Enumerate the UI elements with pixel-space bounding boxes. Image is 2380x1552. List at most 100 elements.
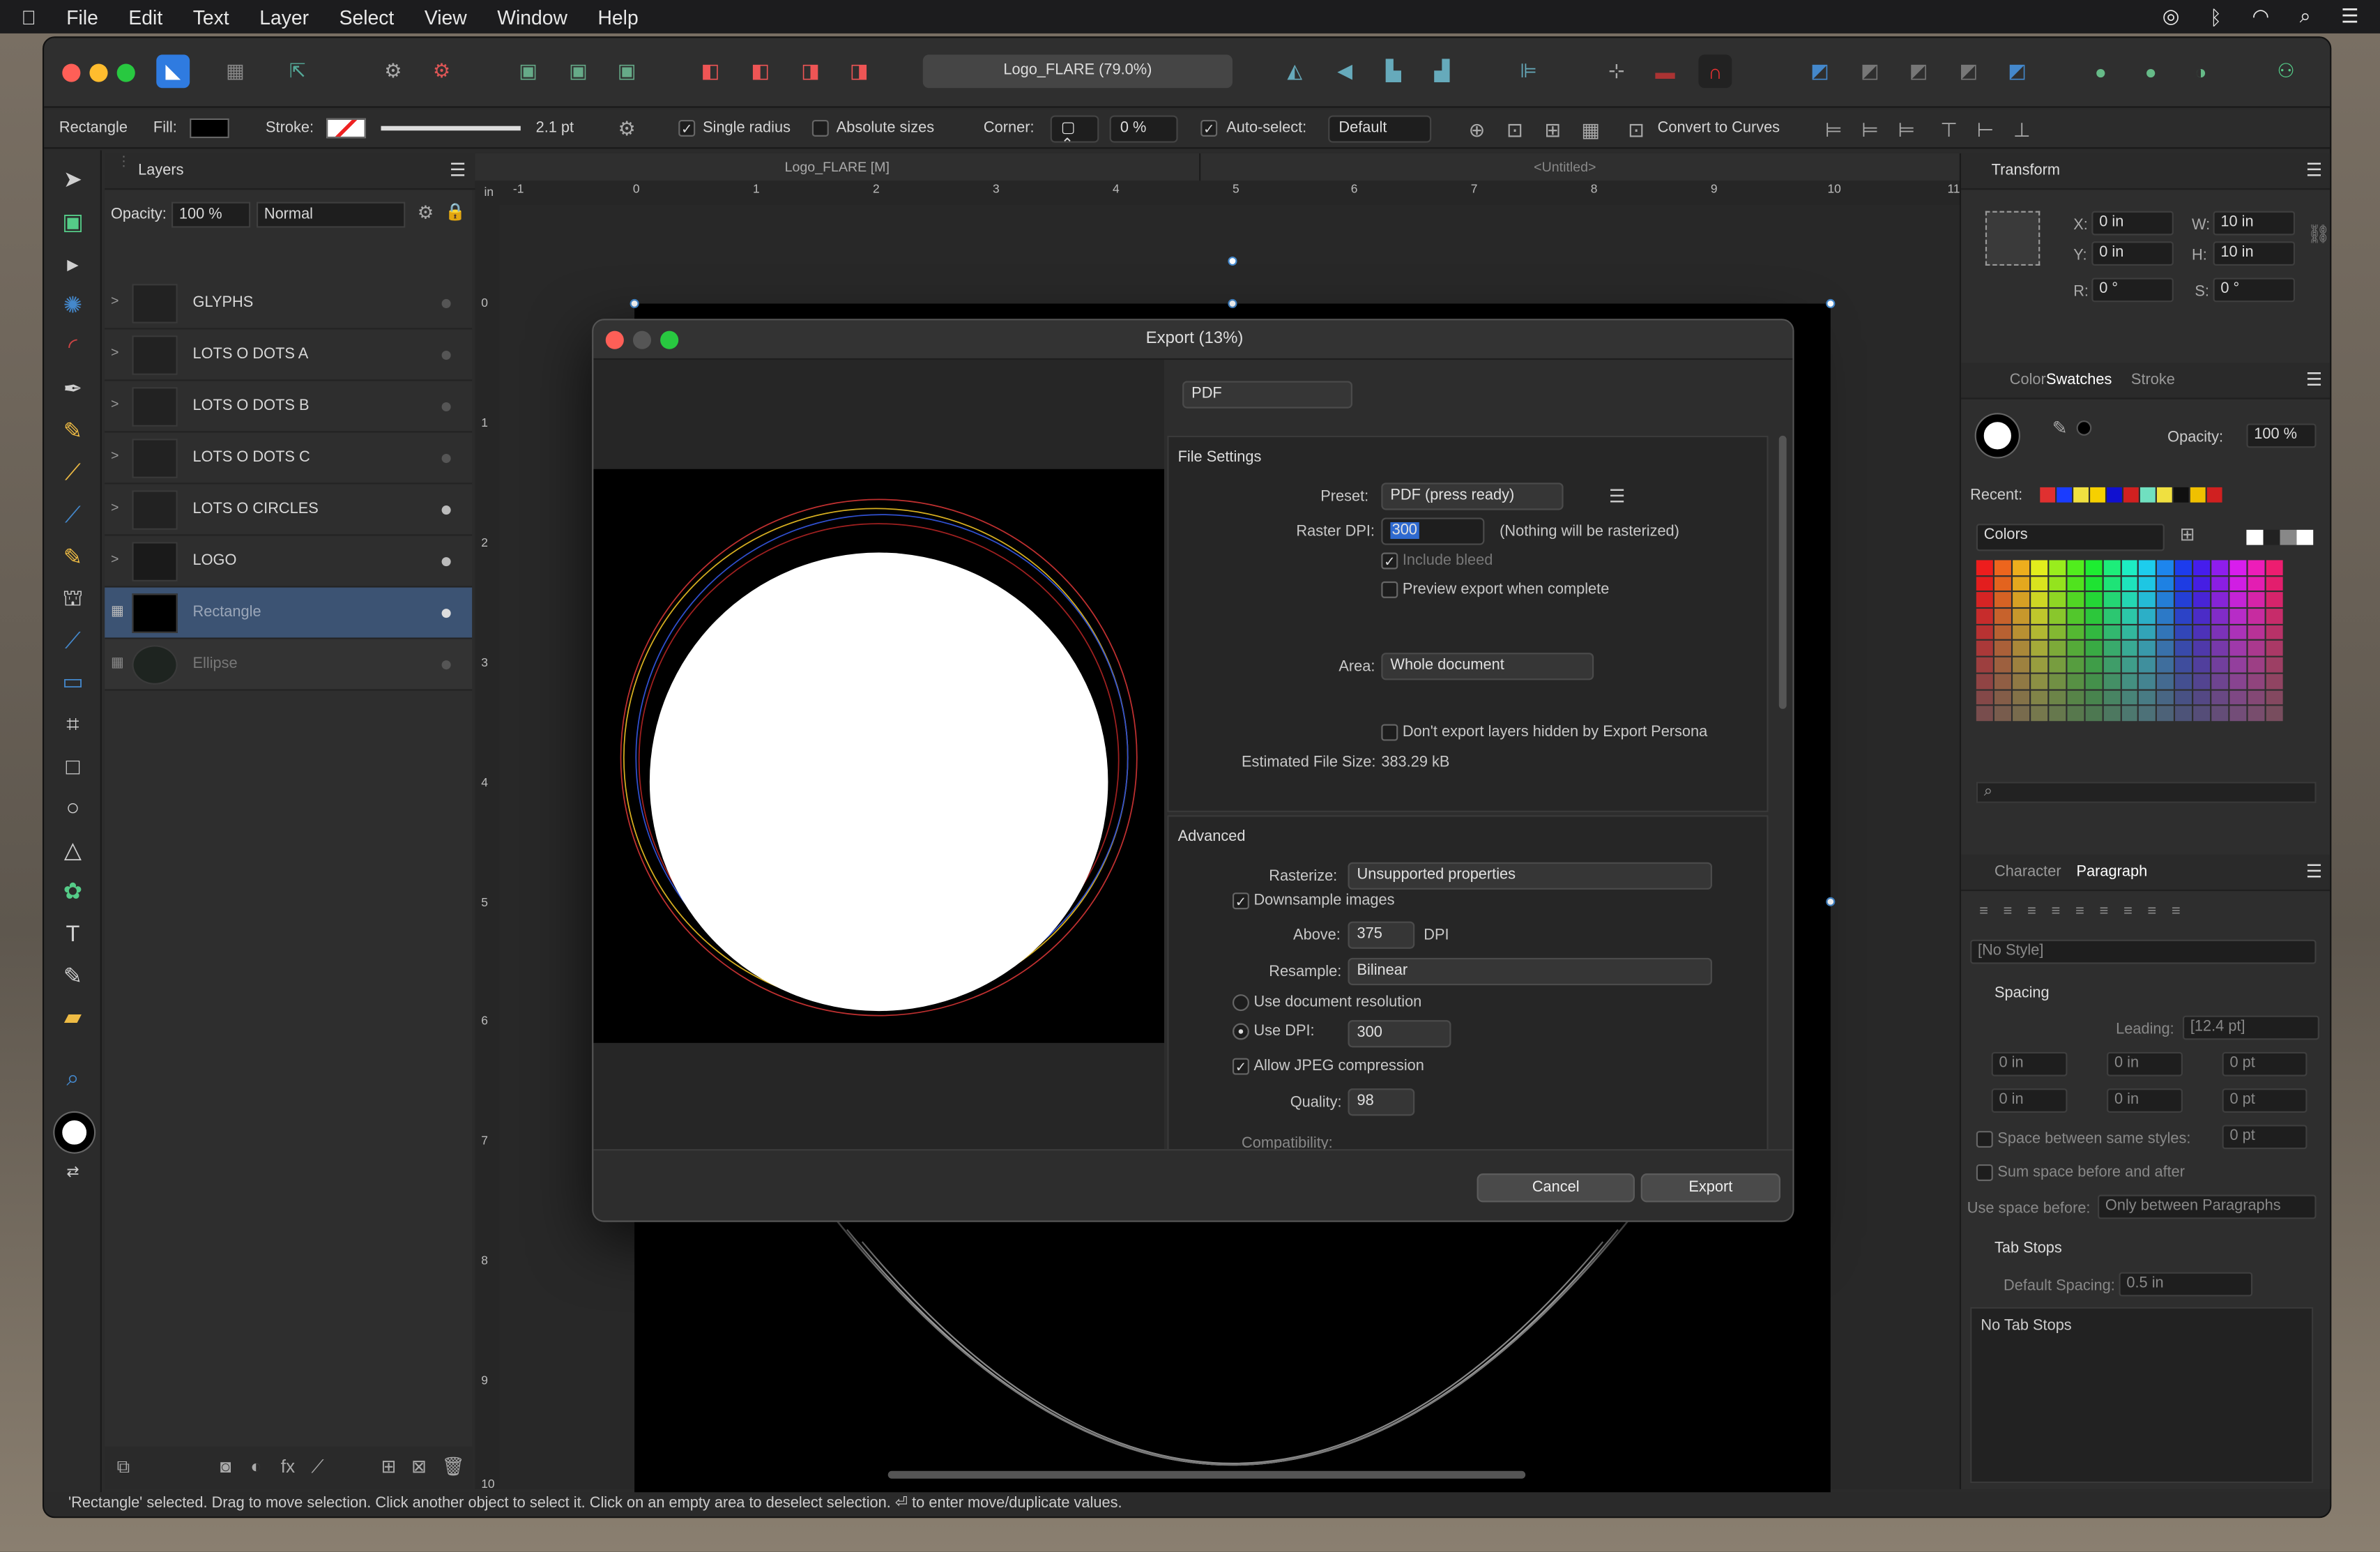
- swatch-cell[interactable]: [2139, 706, 2156, 722]
- swatch-cell[interactable]: [2229, 657, 2247, 673]
- swatch-cell[interactable]: [2066, 706, 2084, 722]
- align-right-icon[interactable]: ⊨: [1890, 114, 1923, 147]
- search-icon[interactable]: ⌕: [2300, 5, 2311, 29]
- expand-icon[interactable]: >: [111, 499, 119, 515]
- visibility-dot[interactable]: [441, 505, 451, 515]
- swatch-cell[interactable]: [2266, 674, 2283, 689]
- swatch-cell[interactable]: [2175, 609, 2192, 624]
- swatch-cell[interactable]: [2030, 641, 2047, 657]
- swatch-cell[interactable]: [2157, 706, 2174, 722]
- recent-swatch[interactable]: [2073, 487, 2089, 503]
- swatch-cell[interactable]: [2048, 641, 2066, 657]
- swatch-cell[interactable]: [1976, 625, 1993, 640]
- swatch-cell[interactable]: [2066, 560, 2084, 575]
- swatch-cell[interactable]: [2121, 706, 2138, 722]
- swatch-cell[interactable]: [2139, 690, 2156, 705]
- swatch-cell[interactable]: [2121, 641, 2138, 657]
- swatch-cell[interactable]: [2229, 690, 2247, 705]
- swatch-cell[interactable]: [1976, 690, 1993, 705]
- lock-icon[interactable]: 🔒: [445, 202, 466, 222]
- eyedropper-icon[interactable]: ✎: [2052, 418, 2068, 439]
- swatch-cell[interactable]: [2030, 674, 2047, 689]
- swatch-cell[interactable]: [2030, 657, 2047, 673]
- rectangle-tool-icon[interactable]: □: [58, 753, 89, 784]
- tab-stops-list[interactable]: No Tab Stops: [1970, 1307, 2314, 1484]
- swatch-cell[interactable]: [2139, 674, 2156, 689]
- swatch-cell[interactable]: [2229, 576, 2247, 591]
- swatch-cell[interactable]: [2103, 657, 2120, 673]
- auto-select-checkbox[interactable]: ✓: [1200, 120, 1218, 137]
- swatch-cell[interactable]: [2121, 560, 2138, 575]
- ruler-tool-icon[interactable]: ▰: [58, 1003, 89, 1034]
- arrange-backward-icon[interactable]: ◧: [744, 54, 777, 88]
- swatch-cell[interactable]: [2229, 625, 2247, 640]
- swatch-cell[interactable]: [2175, 657, 2192, 673]
- swatch-cell[interactable]: [2175, 690, 2192, 705]
- rotate-left-icon[interactable]: ▙: [1377, 54, 1410, 88]
- zoom-tool-icon[interactable]: ⌕: [58, 1064, 89, 1095]
- menu-edit[interactable]: Edit: [128, 6, 162, 29]
- select-same-icon[interactable]: ▣: [562, 54, 595, 88]
- swatch-cell[interactable]: [2103, 592, 2120, 608]
- convert-curves-icon[interactable]: ⊡: [1619, 114, 1653, 147]
- swatch-cell[interactable]: [2048, 625, 2066, 640]
- swatch-cell[interactable]: [2103, 690, 2120, 705]
- align-middle-icon[interactable]: ⊢: [1969, 114, 2002, 147]
- height-input[interactable]: 10 in: [2213, 241, 2296, 266]
- group-icon[interactable]: ⊠: [411, 1456, 427, 1477]
- swatch-cell[interactable]: [2157, 592, 2174, 608]
- include-bleed-checkbox[interactable]: ✓: [1381, 552, 1398, 570]
- transform-origin-icon[interactable]: ⊹: [1600, 54, 1633, 88]
- swatch-cell[interactable]: [2048, 609, 2066, 624]
- swatch-cell[interactable]: [2229, 674, 2247, 689]
- sum-space-checkbox[interactable]: [1976, 1164, 1993, 1181]
- swatch-cell[interactable]: [2229, 609, 2247, 624]
- boolean-divide-icon[interactable]: ◩: [2001, 54, 2034, 88]
- auto-select-dropdown[interactable]: Default: [1328, 115, 1432, 143]
- swatch-cell[interactable]: [2211, 625, 2229, 640]
- swatch-cell[interactable]: [2193, 576, 2211, 591]
- quality-input[interactable]: 98: [1348, 1088, 1415, 1116]
- align-icon[interactable]: ⊫: [1512, 54, 1546, 88]
- format-select[interactable]: PDF: [1182, 381, 1352, 409]
- apple-icon[interactable]: : [21, 6, 36, 29]
- corner-type-select[interactable]: ▢ ⌃: [1050, 115, 1099, 153]
- fit-width-icon[interactable]: ⊞: [1536, 114, 1569, 147]
- fill-swatch[interactable]: [190, 118, 229, 139]
- boolean-subtract-icon[interactable]: ◩: [1853, 54, 1886, 88]
- layer-settings-icon[interactable]: ⚙: [418, 202, 434, 223]
- stroke-width-value[interactable]: 2.1 pt: [536, 120, 574, 137]
- airdrop-icon[interactable]: ◎: [2162, 5, 2180, 29]
- swatch-cell[interactable]: [2012, 641, 2029, 657]
- cancel-button[interactable]: Cancel: [1477, 1173, 1635, 1203]
- swatch-cell[interactable]: [1994, 592, 2011, 608]
- swatch-cell[interactable]: [2066, 674, 2084, 689]
- export-persona-icon[interactable]: ⇱: [281, 54, 314, 88]
- add-swatch-icon[interactable]: ⊞: [2180, 524, 2195, 545]
- layer-row[interactable]: > LOGO: [105, 536, 473, 588]
- snapping-toggle-icon[interactable]: ▬: [1649, 54, 1682, 88]
- swap-colors-icon[interactable]: ⇄: [58, 1158, 89, 1189]
- close-window-button[interactable]: [62, 63, 81, 82]
- swatch-cell[interactable]: [2066, 576, 2084, 591]
- swatch-cell[interactable]: [2048, 674, 2066, 689]
- swatch-cell[interactable]: [2030, 576, 2047, 591]
- swatch-cell[interactable]: [2175, 674, 2192, 689]
- triangle-tool-icon[interactable]: △: [58, 837, 89, 867]
- corner-value-input[interactable]: 0 %: [1109, 115, 1178, 143]
- rotate-right-icon[interactable]: ▟: [1425, 54, 1458, 88]
- swatch-cell[interactable]: [2103, 706, 2120, 722]
- arrange-forward-icon[interactable]: ◨: [794, 54, 827, 88]
- link-icon[interactable]: ⛓: [2307, 223, 2330, 244]
- point-transform-icon[interactable]: ✺: [58, 291, 89, 322]
- swatch-cell[interactable]: [2103, 560, 2120, 575]
- stroke-swatch[interactable]: [326, 118, 366, 139]
- swatch-cell[interactable]: [2248, 609, 2265, 624]
- boolean-xor-icon[interactable]: ◩: [1952, 54, 1985, 88]
- recent-swatch[interactable]: [2206, 487, 2222, 503]
- swatch-cell[interactable]: [2048, 690, 2066, 705]
- settings-icon[interactable]: ⚙: [376, 54, 410, 88]
- swatch-cell[interactable]: [2175, 625, 2192, 640]
- swatch-cell[interactable]: [2193, 641, 2211, 657]
- swatch-cell[interactable]: [2248, 560, 2265, 575]
